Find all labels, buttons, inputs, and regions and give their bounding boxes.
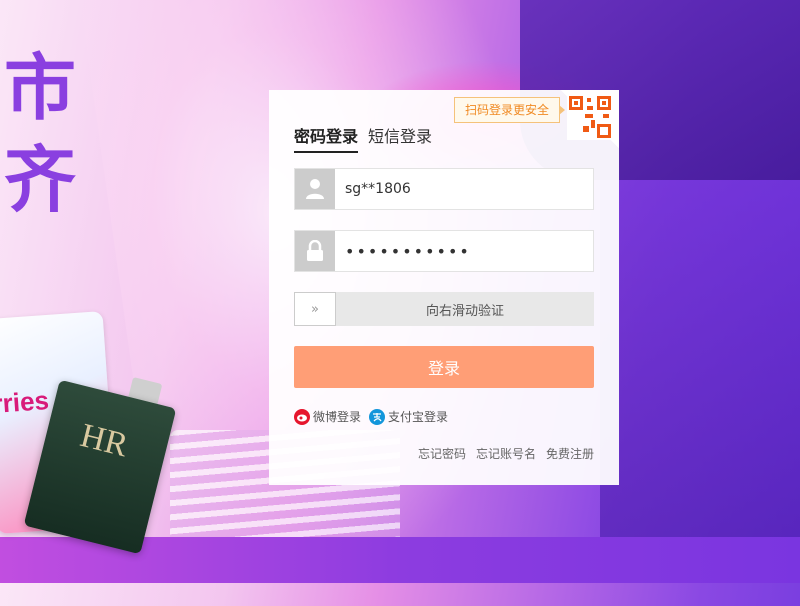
tab-sms-login[interactable]: 短信登录 — [368, 123, 432, 153]
alipay-icon — [369, 408, 386, 425]
weibo-icon — [294, 408, 310, 425]
username-input[interactable] — [335, 169, 593, 209]
banner-text-line2: 齐 — [4, 138, 77, 222]
diaper-brand-text: rries — [0, 385, 50, 419]
qr-login-tip[interactable]: 扫码登录更安全 — [454, 97, 566, 123]
qr-code-icon — [567, 94, 613, 140]
username-field — [294, 168, 594, 210]
password-field — [294, 230, 594, 272]
login-card: 扫码登录更安全 密码登录 短信登录 sg**1806 ••••••••••• »… — [269, 90, 619, 485]
forgot-account-link[interactable]: 忘记账号名 — [476, 445, 536, 462]
third-party-login: 微博登录 支付宝登录 — [294, 408, 448, 425]
bottle-monogram: HR — [76, 417, 132, 465]
slide-verification: » 向右滑动验证 — [294, 292, 594, 326]
alipay-login-label: 支付宝登录 — [388, 410, 449, 424]
tab-password-login[interactable]: 密码登录 — [294, 123, 359, 153]
weibo-login-link[interactable]: 微博登录 — [294, 408, 361, 425]
user-icon — [295, 169, 335, 209]
login-tabs: 密码登录 短信登录 — [294, 123, 432, 153]
slider-hint-text: 向右滑动验证 — [425, 303, 504, 319]
password-input[interactable] — [335, 231, 593, 271]
slider-handle[interactable]: » — [294, 292, 336, 326]
account-links: 忘记密码 忘记账号名 免费注册 — [418, 445, 594, 462]
forgot-password-link[interactable]: 忘记密码 — [418, 445, 466, 462]
login-button[interactable]: 登录 — [294, 346, 594, 388]
register-link[interactable]: 免费注册 — [546, 445, 594, 462]
lock-icon — [295, 231, 335, 271]
qr-code-corner[interactable] — [561, 90, 619, 148]
alipay-login-link[interactable]: 支付宝登录 — [369, 408, 448, 425]
banner-text-line1: 市 — [4, 46, 77, 130]
weibo-login-label: 微博登录 — [313, 410, 362, 424]
background-right-panel — [600, 180, 800, 540]
